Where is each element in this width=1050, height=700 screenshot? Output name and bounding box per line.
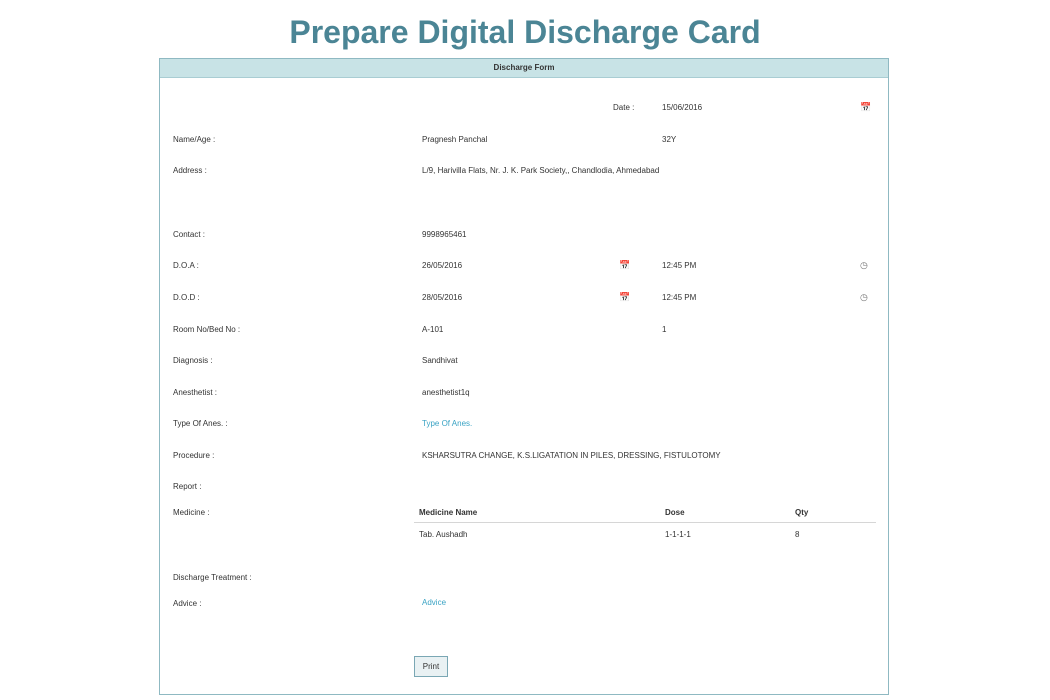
report-label: Report : [173,482,202,491]
type-of-anes-link[interactable]: Type Of Anes. [422,419,472,429]
page-title: Prepare Digital Discharge Card [289,14,761,50]
advice-link[interactable]: Advice [422,598,446,608]
calendar-icon[interactable]: 📅 [860,102,871,112]
clock-icon[interactable]: ◷ [860,260,868,270]
procedure-value: KSHARSUTRA CHANGE, K.S.LIGATATION IN PIL… [422,451,721,460]
address-value: L/9, Harivilla Flats, Nr. J. K. Park Soc… [422,166,660,175]
dod-time-field[interactable]: 12:45 PM [662,293,696,303]
date-field[interactable]: 15/06/2016 [662,103,702,113]
contact-value: 9998965461 [422,230,467,239]
dod-label: D.O.D : [173,293,200,302]
dose-cell: 1-1-1-1 [665,530,691,539]
room-value: A-101 [422,325,444,334]
anesthetist-label: Anesthetist : [173,388,218,397]
bed-value: 1 [662,325,667,334]
date-label: Date : [613,103,635,112]
doa-time-field[interactable]: 12:45 PM [662,261,696,271]
procedure-label: Procedure : [173,451,215,460]
form-header: Discharge Form [160,59,888,78]
contact-label: Contact : [173,230,206,239]
diagnosis-value: Sandhivat [422,356,458,365]
clock-icon[interactable]: ◷ [860,292,868,302]
doa-date-field[interactable]: 26/05/2016 [422,261,462,271]
name-value: Pragnesh Panchal [422,135,488,144]
address-label: Address : [173,166,207,175]
qty-cell: 8 [795,530,800,539]
calendar-icon[interactable]: 📅 [619,292,630,302]
medicine-name-cell: Tab. Aushadh [419,530,468,539]
table-divider [414,522,876,523]
column-header-dose: Dose [665,508,685,517]
column-header-qty: Qty [795,508,809,517]
type-of-anes-label: Type Of Anes. : [173,419,228,428]
medicine-label: Medicine : [173,508,210,517]
room-bed-label: Room No/Bed No : [173,325,241,334]
discharge-form-panel: Discharge Form Date : 15/06/2016 📅 Name/… [159,58,889,695]
doa-label: D.O.A : [173,261,199,270]
dod-date-field[interactable]: 28/05/2016 [422,293,462,303]
anesthetist-value: anesthetist1q [422,388,470,397]
diagnosis-label: Diagnosis : [173,356,213,365]
calendar-icon[interactable]: 📅 [619,260,630,270]
discharge-treatment-label: Discharge Treatment : [173,573,252,582]
age-value: 32Y [662,135,677,144]
advice-label: Advice : [173,599,202,608]
column-header-medicine-name: Medicine Name [419,508,478,517]
print-button[interactable]: Print [414,656,448,677]
name-age-label: Name/Age : [173,135,216,144]
